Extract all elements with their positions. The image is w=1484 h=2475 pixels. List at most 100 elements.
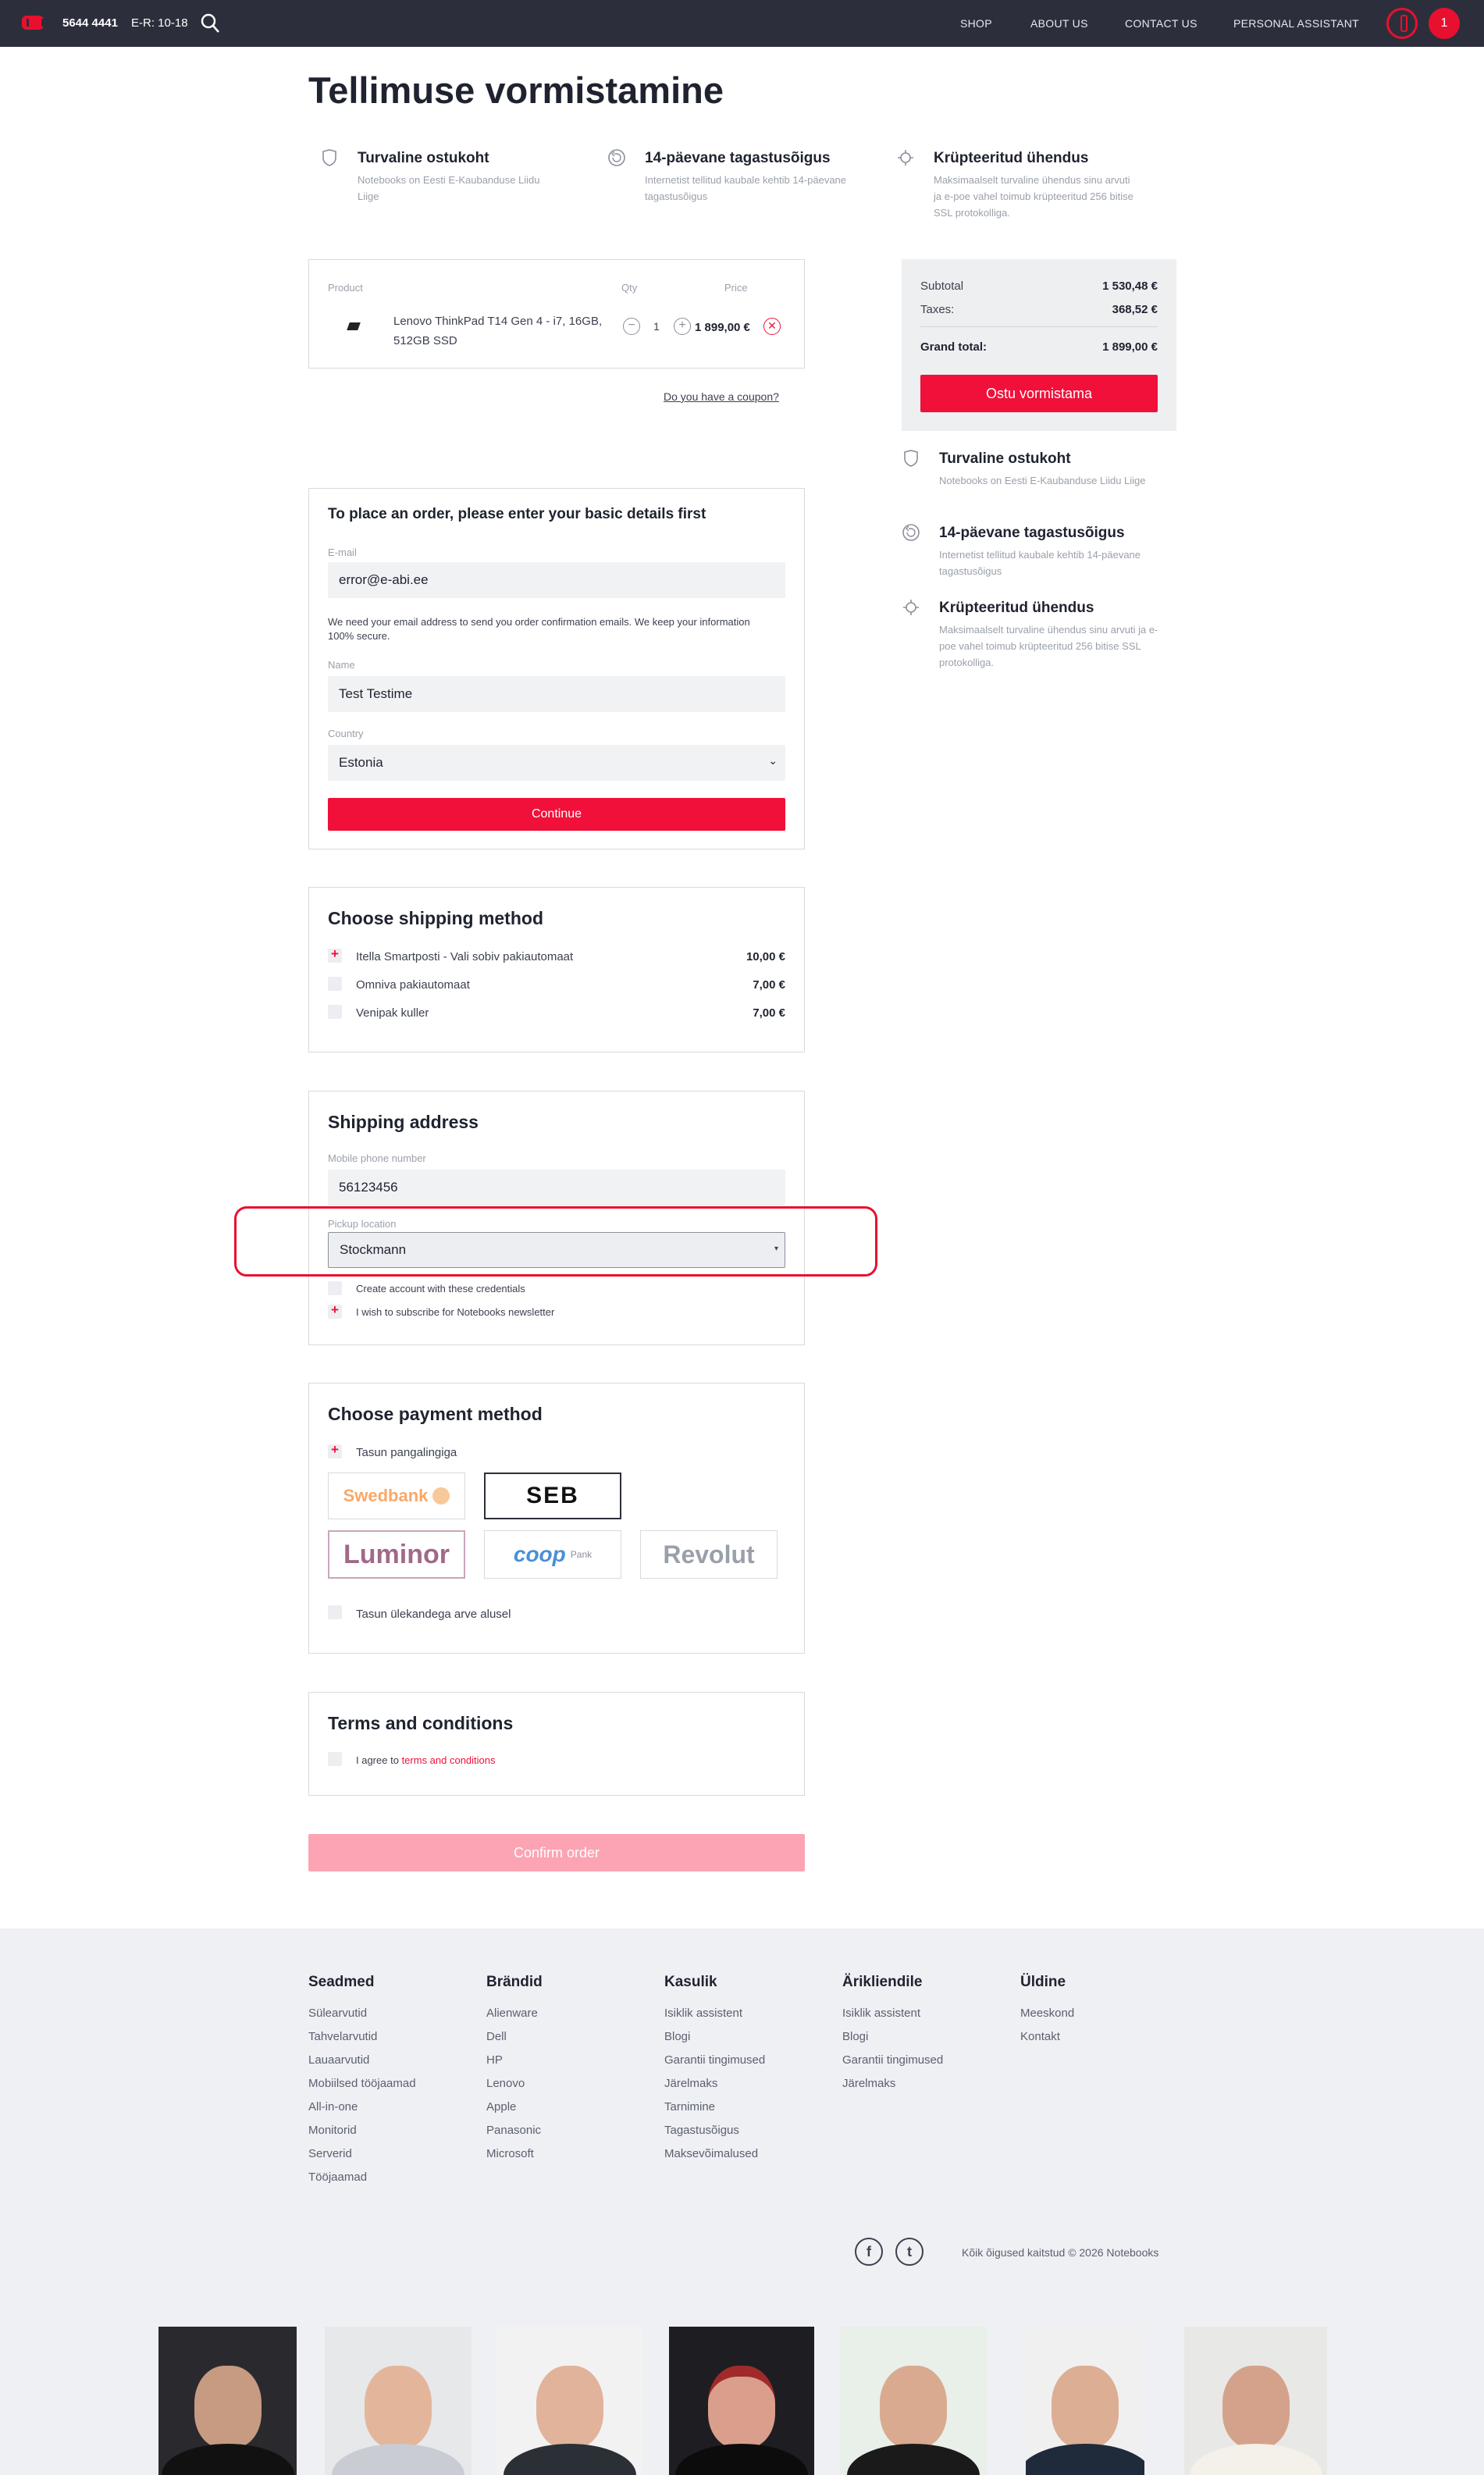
top-bar: 5644 4441 E-R: 10-18 SHOP ABOUT US CONTA…	[0, 0, 1484, 47]
country-label: Country	[328, 728, 364, 739]
shield-icon	[322, 149, 336, 166]
phone-number[interactable]: 5644 4441	[62, 16, 118, 30]
bank-luminor[interactable]: Luminor	[328, 1530, 465, 1579]
swedbank-logo-icon	[432, 1487, 450, 1505]
invoice-label[interactable]: Tasun ülekandega arve alusel	[356, 1608, 511, 1621]
nav-shop[interactable]: SHOP	[960, 17, 992, 30]
page-title: Tellimuse vormistamine	[308, 69, 724, 111]
encryption-icon	[898, 150, 913, 166]
payment-method-card: Choose payment method Tasun pangalingiga…	[308, 1383, 805, 1654]
taxes-row: Taxes: 368,52 €	[920, 303, 1158, 316]
nav-personal-assistant[interactable]: PERSONAL ASSISTANT	[1233, 17, 1359, 30]
team-photo	[325, 2327, 472, 2475]
logo-icon[interactable]	[19, 11, 47, 36]
nav-about-us[interactable]: ABOUT US	[1030, 17, 1088, 30]
assistant-icon[interactable]	[1386, 8, 1418, 39]
summary-divider	[920, 326, 1158, 327]
shipping-price-venipak: 7,00 €	[753, 1006, 785, 1020]
grand-total-row: Grand total: 1 899,00 €	[920, 340, 1158, 354]
twitter-icon[interactable]: t	[895, 2238, 923, 2266]
encryption-icon	[903, 600, 919, 615]
shipping-option-itella[interactable]: Itella Smartposti - Vali sobiv pakiautom…	[356, 950, 573, 963]
team-photo	[496, 2327, 643, 2475]
team-photo	[158, 2327, 297, 2475]
product-price: 1 899,00 €	[695, 321, 750, 334]
grand-total-value: 1 899,00 €	[1102, 340, 1158, 354]
bank-coop[interactable]: coop Pank	[484, 1530, 621, 1579]
subtotal-value: 1 530,48 €	[1102, 280, 1158, 293]
bank-revolut[interactable]: Revolut	[640, 1530, 778, 1579]
col-qty: Qty	[621, 282, 638, 294]
terms-link[interactable]: terms and conditions	[402, 1754, 496, 1766]
side-feature-encryption: Krüpteeritud ühendus Maksimaalselt turva…	[902, 598, 1176, 676]
continue-button[interactable]: Continue	[328, 798, 785, 831]
qty-value[interactable]: 1	[653, 320, 660, 333]
remove-item-icon[interactable]: ✕	[763, 318, 781, 335]
search-icon[interactable]	[200, 12, 220, 34]
shipping-title: Choose shipping method	[328, 908, 543, 928]
opening-hours: E-R: 10-18	[131, 16, 188, 30]
nav-contact-us[interactable]: CONTACT US	[1125, 17, 1198, 30]
email-note: We need your email address to send you o…	[328, 616, 750, 642]
checkout-button[interactable]: Ostu vormistama	[920, 375, 1158, 412]
phone-label: Mobile phone number	[328, 1152, 426, 1164]
bank-link-label[interactable]: Tasun pangalingiga	[356, 1446, 457, 1459]
product-name[interactable]: Lenovo ThinkPad T14 Gen 4 - i7, 16GB, 51…	[393, 312, 604, 351]
newsletter-label[interactable]: I wish to subscribe for Notebooks newsle…	[356, 1306, 554, 1318]
bank-seb[interactable]: SEB	[484, 1473, 621, 1519]
payment-title: Choose payment method	[328, 1404, 543, 1424]
shipping-price-omniva: 7,00 €	[753, 978, 785, 992]
facebook-icon[interactable]: f	[855, 2238, 883, 2266]
shipping-option-itella-checkbox[interactable]	[328, 946, 342, 963]
side-feature-return: 14-päevane tagastusõigus Internetist tel…	[902, 523, 1176, 586]
shipping-option-omniva[interactable]: Omniva pakiautomaat	[356, 978, 470, 992]
team-photo	[669, 2327, 814, 2475]
order-summary: Subtotal 1 530,48 € Taxes: 368,52 € Grand …	[902, 259, 1176, 431]
qty-decrease-button[interactable]: −	[623, 318, 640, 335]
terms-card: Terms and conditions I agree to terms an…	[308, 1692, 805, 1796]
shipping-option-venipak-checkbox[interactable]	[328, 1005, 342, 1019]
shipping-option-omniva-checkbox[interactable]	[328, 977, 342, 991]
cart-button[interactable]: 1	[1429, 8, 1460, 39]
confirm-order-button[interactable]: Confirm order	[308, 1834, 805, 1871]
return-icon	[902, 524, 920, 541]
subtotal-row: Subtotal 1 530,48 €	[920, 280, 1158, 293]
product-table: Product Qty Price Lenovo ThinkPad T14 Ge…	[308, 259, 805, 369]
phone-field[interactable]: 56123456	[328, 1170, 785, 1205]
team-photo	[1184, 2327, 1327, 2475]
footer-col-uldine: Üldine Meeskond Kontakt	[1020, 1974, 1075, 2043]
team-photo	[840, 2327, 987, 2475]
coupon-link[interactable]: Do you have a coupon?	[664, 390, 779, 403]
country-value: Estonia	[339, 755, 383, 770]
bank-link-checkbox[interactable]	[328, 1442, 342, 1458]
create-account-label[interactable]: Create account with these credentials	[356, 1283, 525, 1294]
footer-col-kasulik: Kasulik Isiklik assistent Blogi Garantii…	[664, 1974, 766, 2160]
col-price: Price	[724, 282, 748, 294]
footer-col-arikliendile: Ärikliendile Isiklik assistent Blogi Gar…	[842, 1974, 944, 2090]
terms-title: Terms and conditions	[328, 1713, 514, 1733]
details-form: To place an order, please enter your bas…	[308, 488, 805, 849]
taxes-value: 368,52 €	[1112, 303, 1158, 316]
shipping-option-venipak[interactable]: Venipak kuller	[356, 1006, 429, 1020]
qty-increase-button[interactable]: +	[674, 318, 691, 335]
country-select[interactable]: Estonia ⌄	[328, 745, 785, 781]
shipping-method-card: Choose shipping method Itella Smartposti…	[308, 887, 805, 1052]
team-photo	[1026, 2327, 1144, 2475]
invoice-checkbox[interactable]	[328, 1605, 342, 1619]
email-field[interactable]: error@e-abi.ee	[328, 562, 785, 598]
product-thumbnail	[347, 322, 361, 330]
create-account-checkbox[interactable]	[328, 1281, 342, 1295]
feature-secure: Turvaline ostukoht Notebooks on Eesti E-…	[320, 148, 585, 211]
chevron-down-icon: ⌄	[768, 754, 778, 767]
email-label: E-mail	[328, 547, 357, 558]
shield-icon	[904, 450, 918, 467]
terms-checkbox[interactable]	[328, 1752, 342, 1766]
footer-col-seadmed: Seadmed Sülearvutid Tahvelarvutid Lauaar…	[308, 1974, 416, 2184]
name-field[interactable]: Test Testime	[328, 676, 785, 712]
return-icon	[608, 149, 625, 166]
newsletter-checkbox[interactable]	[328, 1302, 342, 1319]
bank-swedbank[interactable]: Swedbank	[328, 1473, 465, 1519]
shipping-price-itella: 10,00 €	[746, 950, 785, 963]
feature-encryption: Krüpteeritud ühendus Maksimaalselt turva…	[896, 148, 1162, 226]
address-title: Shipping address	[328, 1112, 479, 1132]
